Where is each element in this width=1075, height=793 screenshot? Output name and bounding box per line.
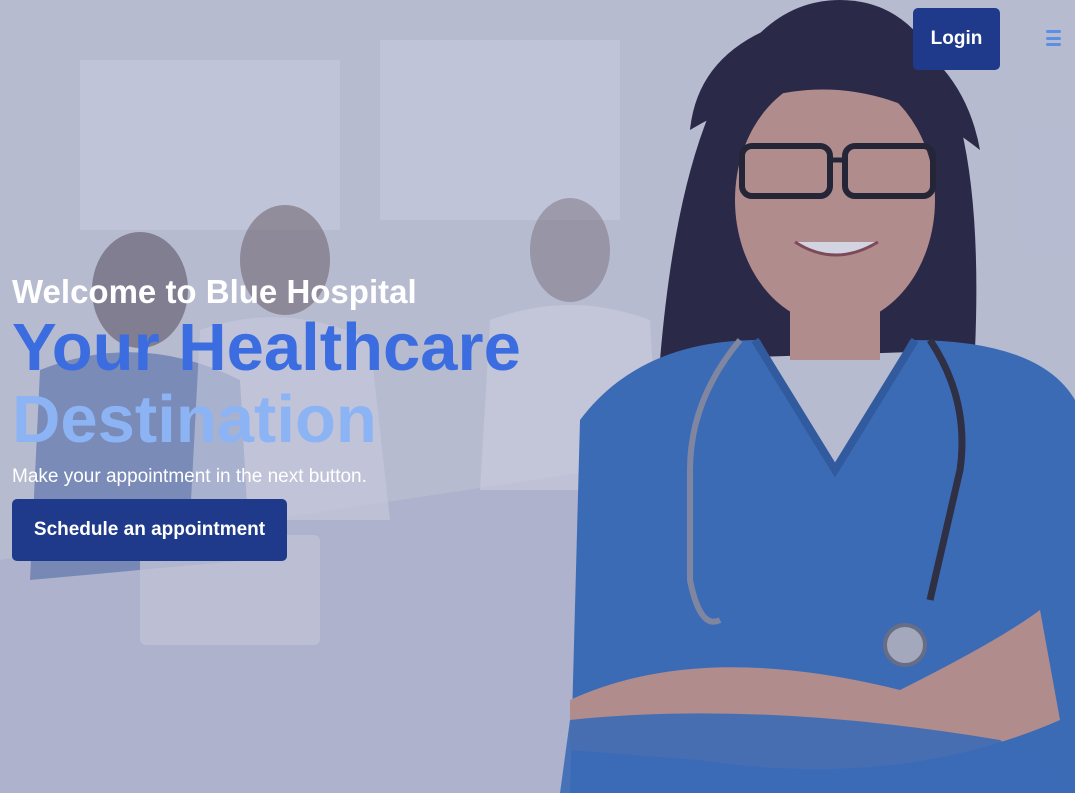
menu-icon-bar — [1046, 43, 1061, 46]
menu-icon-bar — [1046, 30, 1061, 33]
login-button[interactable]: Login — [913, 8, 1000, 70]
hamburger-menu-icon[interactable] — [1046, 30, 1061, 46]
schedule-appointment-button[interactable]: Schedule an appointment — [12, 499, 287, 561]
welcome-heading: Welcome to Blue Hospital — [12, 273, 417, 310]
tagline-secondary: Destination — [12, 382, 377, 457]
tagline-primary: Your Healthcare — [12, 310, 521, 385]
hero-subtitle: Make your appointment in the next button… — [12, 466, 367, 487]
menu-icon-bar — [1046, 36, 1061, 40]
